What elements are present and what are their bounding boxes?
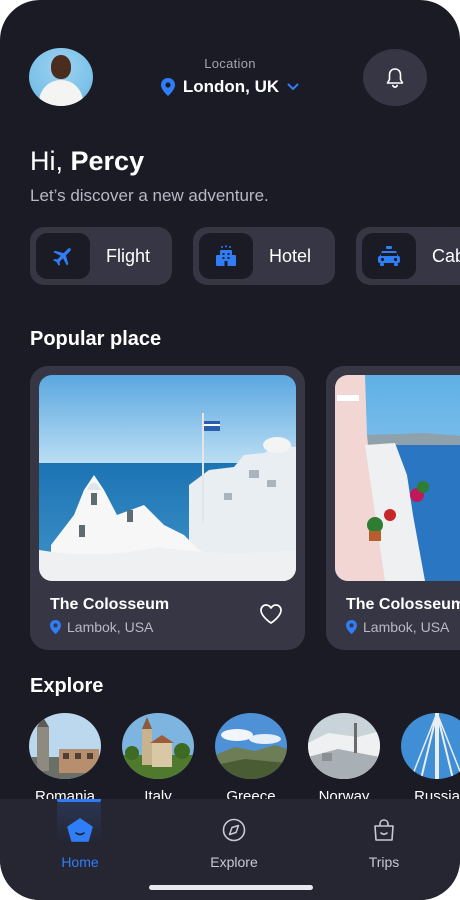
chevron-down-icon (287, 83, 299, 90)
compass-icon (222, 818, 246, 842)
avatar[interactable] (29, 48, 93, 106)
location-selector[interactable]: Location London, UK (150, 56, 310, 97)
place-photo (39, 375, 296, 581)
heart-icon[interactable] (259, 603, 283, 625)
country-photo (29, 713, 101, 779)
place-card[interactable]: The Colosseum Lambok, USA (326, 366, 460, 650)
greeting-subtitle: Let’s discover a new adventure. (30, 186, 269, 205)
app-screen: Location London, UK Hi, Percy Let’s disc… (0, 0, 460, 900)
bell-icon (386, 67, 404, 88)
category-label: Flight (106, 245, 151, 266)
country-italy[interactable]: Italy (122, 713, 194, 805)
category-cab[interactable]: Cab (356, 227, 460, 285)
place-photo (335, 375, 460, 581)
nav-explore[interactable]: Explore (189, 799, 279, 870)
country-photo (308, 713, 380, 779)
country-photo (122, 713, 194, 779)
explore-title: Explore (30, 675, 104, 697)
location-label: Location (204, 56, 256, 71)
country-romania[interactable]: Romania (29, 713, 101, 805)
home-indicator (149, 885, 313, 890)
place-card[interactable]: The Colosseum Lambok, USA (30, 366, 305, 650)
country-photo (401, 713, 460, 779)
place-name: The Colosseum (50, 596, 170, 613)
popular-title: Popular place (30, 328, 162, 350)
notifications-button[interactable] (363, 49, 427, 106)
place-location-text: Lambok, USA (67, 619, 154, 635)
category-hotel[interactable]: Hotel (193, 227, 335, 285)
country-russia[interactable]: Russia (401, 713, 460, 805)
category-label: Cab (432, 245, 460, 266)
home-icon (67, 818, 93, 842)
place-location-text: Lambok, USA (363, 619, 450, 635)
taxi-icon (378, 246, 400, 266)
country-photo (215, 713, 287, 779)
place-name: The Colosseum (346, 596, 460, 613)
category-label: Hotel (269, 245, 312, 266)
hotel-icon (216, 245, 236, 266)
place-location: Lambok, USA (346, 619, 449, 635)
country-norway[interactable]: Norway (308, 713, 380, 805)
nav-home[interactable]: Home (35, 799, 125, 870)
nav-label: Trips (368, 854, 400, 870)
greeting-name: Percy (70, 146, 145, 176)
plane-icon (53, 248, 71, 266)
nav-label: Explore (210, 854, 258, 870)
place-location: Lambok, USA (50, 619, 153, 635)
nav-label: Home (61, 854, 99, 870)
location-pin-icon (50, 620, 61, 634)
bag-icon (374, 819, 394, 841)
country-greece[interactable]: Greece (215, 713, 287, 805)
greeting: Hi, Percy (30, 146, 144, 177)
location-pin-icon (346, 620, 357, 634)
nav-trips[interactable]: Trips (339, 799, 429, 870)
location-city: London, UK (182, 77, 280, 96)
location-pin-icon (160, 78, 175, 96)
category-flight[interactable]: Flight (30, 227, 172, 285)
greeting-hi: Hi, (30, 146, 63, 176)
